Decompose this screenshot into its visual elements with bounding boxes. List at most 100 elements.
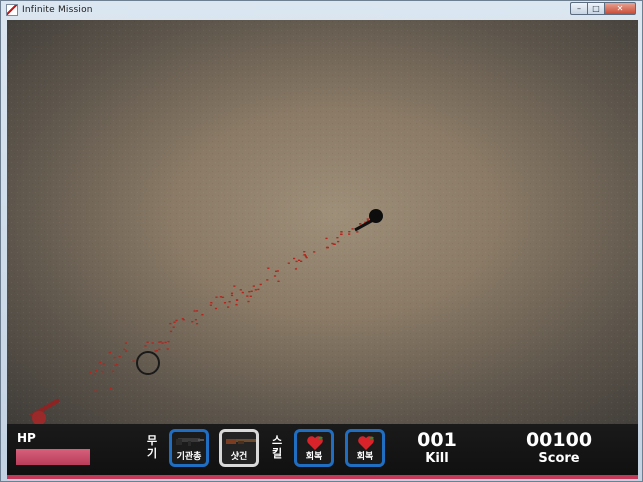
bullet xyxy=(235,304,238,306)
skill-section-label: 스 킬 xyxy=(271,434,283,460)
weapon-slot-label: 샷건 xyxy=(230,452,248,462)
bullet xyxy=(195,323,199,325)
bullet xyxy=(123,348,126,351)
bullet xyxy=(215,296,218,298)
bullet xyxy=(356,231,359,233)
bullet xyxy=(169,322,172,325)
skill-slot-label: 회복 xyxy=(305,452,323,462)
bullet xyxy=(235,299,239,301)
bullet xyxy=(305,256,308,259)
bullet xyxy=(95,370,98,372)
app-icon xyxy=(6,4,18,16)
bullet xyxy=(348,231,351,233)
bullet xyxy=(221,296,224,298)
bullet xyxy=(227,306,230,308)
bullet xyxy=(175,319,178,322)
bullet xyxy=(300,260,303,262)
bullet xyxy=(159,341,162,343)
bullet xyxy=(340,231,343,233)
bullet xyxy=(337,240,340,243)
bullet xyxy=(167,340,170,343)
bullet xyxy=(169,330,173,333)
bullet xyxy=(351,228,354,230)
bullet xyxy=(273,275,277,277)
close-button[interactable]: ✕ xyxy=(604,2,636,15)
bullet xyxy=(155,350,158,352)
weapon-section-label: 무 기 xyxy=(146,434,158,460)
bullet xyxy=(246,295,249,297)
minimize-button[interactable]: – xyxy=(570,2,587,15)
bullet xyxy=(132,360,135,362)
hud-accent-line xyxy=(7,475,638,479)
kill-counter: 001 Kill xyxy=(407,429,467,467)
skill-label-line-2: 킬 xyxy=(271,447,283,460)
skill-label-line-1: 스 xyxy=(271,434,283,447)
kill-label: Kill xyxy=(425,451,449,466)
bullet xyxy=(110,387,113,389)
bullet xyxy=(214,307,218,310)
bullet xyxy=(298,259,301,261)
maximize-button[interactable]: □ xyxy=(587,2,604,15)
bullet xyxy=(359,223,362,225)
title-bar[interactable]: Infinite Mission – □ ✕ xyxy=(1,1,642,19)
bullet xyxy=(266,279,269,281)
bullet xyxy=(257,288,260,291)
skill-slot-heal-2[interactable]: 회복 xyxy=(345,429,385,467)
kill-count: 001 xyxy=(417,429,457,451)
bullet xyxy=(151,342,154,344)
bullet xyxy=(287,262,290,264)
bullet xyxy=(340,233,343,236)
bullet xyxy=(144,345,147,347)
bullet xyxy=(108,351,111,354)
score-label: Score xyxy=(538,451,580,466)
bullet xyxy=(210,302,213,304)
bullet xyxy=(239,289,242,291)
weapon-slot-shotgun[interactable]: 샷건 xyxy=(219,429,259,467)
window-controls: – □ ✕ xyxy=(570,2,636,15)
bullet xyxy=(304,255,307,257)
bullet xyxy=(228,301,231,303)
bullet xyxy=(102,363,105,365)
bullet xyxy=(230,294,234,297)
bullet xyxy=(294,268,298,270)
weapon-slot-machine-gun[interactable]: 기관총 xyxy=(169,429,209,467)
bullet xyxy=(98,361,101,364)
hp-label: HP xyxy=(17,431,36,445)
weapon-label-line-2: 기 xyxy=(146,447,158,460)
bullet xyxy=(191,321,194,323)
bullet xyxy=(241,291,244,294)
bullet xyxy=(250,290,253,292)
bullet xyxy=(313,251,316,253)
bullet xyxy=(195,310,199,312)
bullet xyxy=(233,285,236,287)
bullet xyxy=(276,270,279,272)
hud-bar: HP 무 기 기관총 샷건 스 킬 회복 회복 001 Kill 00100 S… xyxy=(7,424,638,476)
bullet xyxy=(161,342,164,344)
bullet xyxy=(125,350,128,352)
bullet xyxy=(326,246,329,249)
bullet xyxy=(173,321,176,323)
bullet xyxy=(113,356,116,359)
skill-slot-label: 회복 xyxy=(356,452,374,462)
bullet xyxy=(193,310,196,312)
bullet xyxy=(116,364,119,366)
weapon-slot-label: 기관총 xyxy=(176,452,202,462)
game-playfield[interactable] xyxy=(7,20,638,424)
bullet xyxy=(181,318,184,320)
bullet xyxy=(146,341,149,343)
bullet xyxy=(101,370,104,373)
bullet xyxy=(164,341,167,344)
bullet xyxy=(331,242,334,245)
skill-slot-heal-1[interactable]: 회복 xyxy=(294,429,334,467)
bullet xyxy=(348,233,351,235)
hp-bar-fill xyxy=(16,449,90,465)
bullet xyxy=(249,295,252,297)
bullet xyxy=(325,237,328,240)
bullet xyxy=(267,267,270,269)
bullet xyxy=(94,390,97,392)
bullet xyxy=(172,326,175,328)
bullet xyxy=(247,300,250,303)
bullet xyxy=(112,370,115,373)
bullet xyxy=(201,314,204,316)
bullet xyxy=(118,355,121,358)
